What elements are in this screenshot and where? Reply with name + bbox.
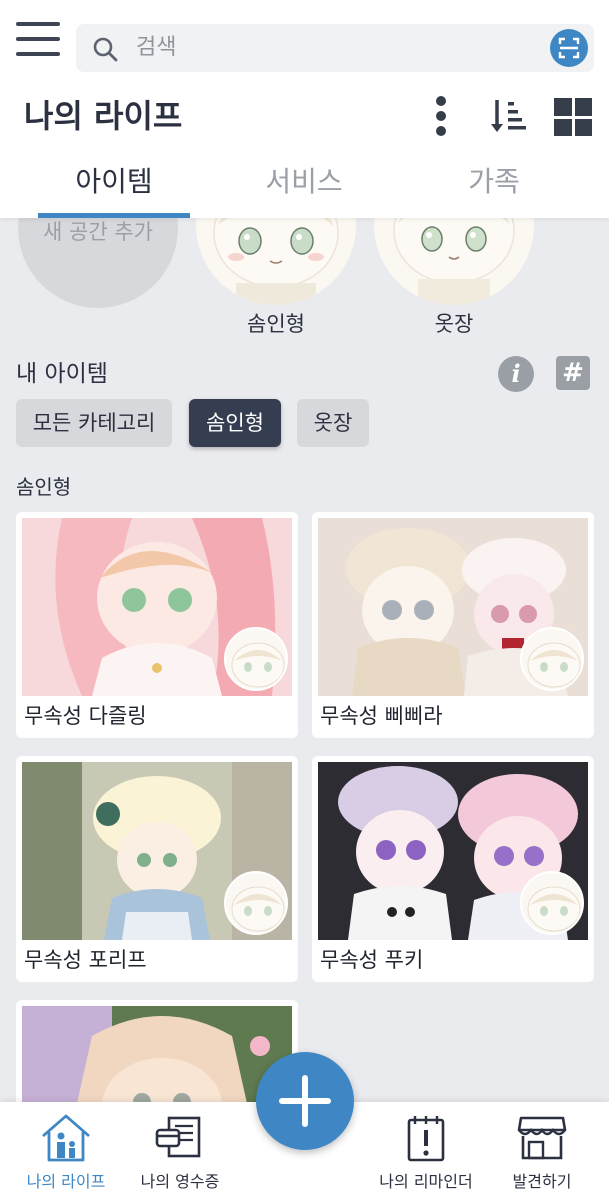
doll-thumbnail	[520, 627, 584, 691]
grid-view-icon[interactable]	[554, 98, 592, 136]
nav-my-life[interactable]: 나의 라이프	[6, 1112, 126, 1192]
more-options-icon[interactable]	[430, 96, 452, 138]
add-item-button[interactable]	[256, 1052, 354, 1150]
scan-button[interactable]	[550, 29, 588, 67]
search-icon	[93, 37, 118, 62]
nav-my-reminders[interactable]: 나의 리마인더	[366, 1112, 486, 1192]
tab-services[interactable]: 서비스	[228, 160, 380, 218]
nav-discover[interactable]: 발견하기	[482, 1112, 602, 1192]
filter-all-categories[interactable]: 모든 카테고리	[16, 399, 172, 447]
nav-label: 나의 라이프	[26, 1172, 106, 1191]
search-bar[interactable]: 검색	[76, 24, 594, 72]
receipt-icon	[155, 1116, 201, 1158]
store-icon	[517, 1116, 567, 1160]
space-label-plush-dolls: 솜인형	[247, 312, 305, 336]
filter-plush-dolls[interactable]: 솜인형	[189, 399, 281, 447]
menu-icon[interactable]	[16, 22, 60, 58]
item-name: 무속성 포리프	[24, 948, 147, 972]
page-title: 나의 라이프	[24, 97, 183, 135]
item-card[interactable]: 무속성 푸키	[312, 756, 594, 982]
item-card[interactable]: 무속성 포리프	[16, 756, 298, 982]
tab-bar: 아이템 서비스 가족	[0, 160, 609, 218]
tab-items[interactable]: 아이템	[38, 160, 190, 218]
sort-icon[interactable]	[488, 96, 528, 136]
filter-wardrobe[interactable]: 옷장	[297, 399, 369, 447]
reminder-icon	[407, 1116, 445, 1162]
doll-thumbnail	[520, 871, 584, 935]
item-card[interactable]: 무속성 다즐링	[16, 512, 298, 738]
item-name: 무속성 다즐링	[24, 704, 147, 728]
nav-label: 발견하기	[512, 1172, 572, 1191]
info-icon[interactable]: i	[498, 356, 534, 392]
item-card[interactable]: 무속성 삐삐라	[312, 512, 594, 738]
doll-thumbnail	[224, 627, 288, 691]
active-tab-indicator	[38, 213, 190, 218]
nav-label: 나의 영수증	[140, 1172, 220, 1191]
nav-my-receipts[interactable]: 나의 영수증	[120, 1112, 240, 1192]
add-space-label: 새 공간 추가	[43, 220, 153, 244]
hashtag-icon[interactable]: #	[556, 356, 590, 390]
section-title: 내 아이템	[16, 361, 108, 387]
tab-family[interactable]: 가족	[418, 160, 570, 218]
doll-thumbnail	[224, 871, 288, 935]
group-label: 솜인형	[16, 475, 72, 499]
space-label-wardrobe: 옷장	[434, 312, 474, 336]
item-name: 무속성 삐삐라	[320, 704, 443, 728]
scan-icon	[558, 37, 580, 59]
search-input[interactable]: 검색	[136, 34, 176, 62]
top-header: 검색 나의 라이프 아이템 서비스 가족	[0, 0, 609, 218]
nav-label: 나의 리마인더	[379, 1172, 473, 1191]
item-name: 무속성 푸키	[320, 948, 424, 972]
home-family-icon	[42, 1114, 90, 1162]
